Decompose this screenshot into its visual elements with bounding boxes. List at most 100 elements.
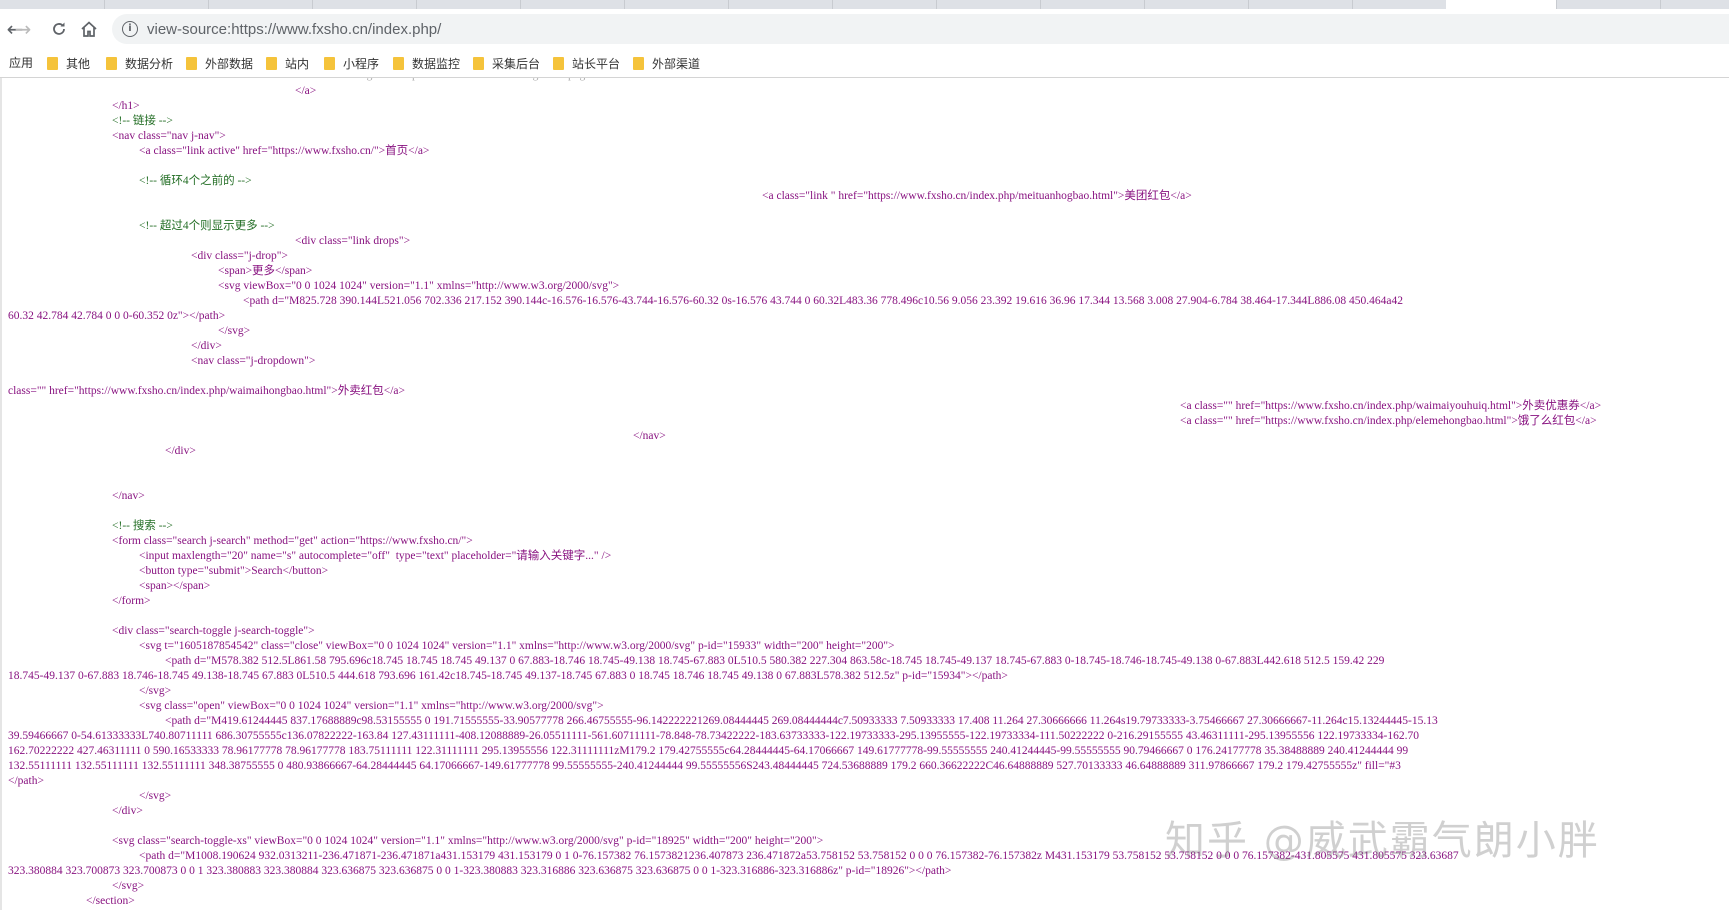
source-line: </nav>	[112, 490, 145, 502]
source-line: 39.59466667 0-54.61333333L740.80711111 6…	[8, 730, 1420, 742]
bookmark-label: 外部渠道	[652, 56, 701, 71]
browser-tab[interactable]	[0, 0, 105, 9]
source-line: 162.70222222 427.46311111 0 590.16533333…	[8, 745, 1409, 757]
source-line: </a>	[295, 85, 317, 97]
source-line: <svg class="search-toggle-xs" viewBox="0…	[112, 835, 824, 847]
bookmark-label: 小程序	[343, 56, 380, 71]
bookmark-label: 外部数据	[205, 56, 254, 71]
forward-arrow-icon[interactable]: →	[8, 15, 38, 43]
bookmark-folder[interactable]: 数据分析	[106, 53, 173, 73]
bookmarks-bar: 应用 其他 数据分析 外部数据 站内 小程序 数据监控 采集后台 站长平台 外部…	[0, 49, 1729, 78]
source-line: </nav>	[633, 430, 666, 442]
view-source-content: <img src="https://www.fxsho.cn/ad/images…	[0, 78, 1729, 910]
source-line: <!-- 超过4个则显示更多 -->	[139, 220, 275, 232]
site-info-icon[interactable]: i	[122, 21, 138, 37]
source-line: <a class="link active" href="https://www…	[139, 145, 430, 157]
browser-tab[interactable]	[728, 0, 833, 9]
source-line: </svg>	[112, 880, 145, 892]
browser-tab[interactable]	[1144, 0, 1249, 9]
address-bar-url[interactable]: view-source:https://www.fxsho.cn/index.p…	[147, 21, 441, 38]
source-line: </form>	[112, 595, 151, 607]
folder-icon	[47, 56, 58, 70]
browser-tab[interactable]	[624, 0, 729, 9]
source-line: <svg t="1605187854542" class="close" vie…	[139, 640, 895, 652]
source-line: </svg>	[218, 325, 251, 337]
tab-strip	[0, 0, 1729, 9]
folder-icon	[553, 56, 564, 70]
source-line-clipped: <img src="https://www.fxsho.cn/ad/images…	[348, 78, 600, 82]
address-bar[interactable]: i view-source:https://www.fxsho.cn/index…	[112, 14, 1729, 44]
bookmark-folder[interactable]: 其他	[47, 53, 90, 73]
source-line: <span>更多</span>	[218, 265, 313, 277]
folder-icon	[106, 56, 117, 70]
source-line: </div>	[112, 805, 143, 817]
bookmark-label: 站长平台	[572, 56, 621, 71]
bookmark-label: 数据分析	[125, 56, 174, 71]
browser-tab[interactable]	[936, 0, 1041, 9]
folder-icon	[633, 56, 644, 70]
home-icon[interactable]	[74, 15, 104, 43]
reload-icon[interactable]	[44, 15, 74, 43]
source-line: </div>	[191, 340, 222, 352]
source-line: <div class="search-toggle j-search-toggl…	[112, 625, 315, 637]
bookmark-label: 其他	[66, 56, 91, 71]
folder-icon	[324, 56, 335, 70]
bookmark-folder[interactable]: 外部渠道	[633, 53, 700, 73]
browser-tab[interactable]	[104, 0, 209, 9]
source-line: </h1>	[112, 100, 140, 112]
bookmark-label: 采集后台	[492, 56, 541, 71]
source-line: <path d="M419.61244445 837.17688889c98.5…	[165, 715, 1438, 727]
browser-tab[interactable]	[1040, 0, 1145, 9]
bookmark-folder[interactable]: 数据监控	[393, 53, 460, 73]
source-line: <nav class="nav j-nav">	[112, 130, 226, 142]
bookmark-folder[interactable]: 站长平台	[553, 53, 620, 73]
browser-toolbar: ← → i view-source:https://www.fxsho.cn/i…	[0, 9, 1729, 49]
source-line: <button type="submit">Search</button>	[139, 565, 329, 577]
bookmark-folder[interactable]: 小程序	[324, 53, 379, 73]
folder-icon	[186, 56, 197, 70]
source-line: <!-- 循环4个之前的 -->	[139, 175, 252, 187]
source-line: </div>	[165, 445, 196, 457]
browser-tab[interactable]	[416, 0, 521, 9]
source-line: </svg>	[139, 685, 172, 697]
browser-tab[interactable]	[208, 0, 313, 9]
source-line: <!-- 搜索 -->	[112, 520, 173, 532]
folder-icon	[473, 56, 484, 70]
source-line: 323.380884 323.700873 323.700873 0 0 1 3…	[8, 865, 952, 877]
source-line: <path d="M825.728 390.144L521.056 702.33…	[243, 295, 1403, 307]
browser-tab[interactable]	[1556, 0, 1661, 9]
bookmark-folder[interactable]: 站内	[266, 53, 309, 73]
source-line: <path d="M578.382 512.5L861.58 795.696c1…	[165, 655, 1385, 667]
source-line: <div class="link drops">	[295, 235, 411, 247]
browser-tab[interactable]	[312, 0, 417, 9]
source-line: <div class="j-drop">	[191, 250, 288, 262]
source-line: <!-- 链接 -->	[112, 115, 173, 127]
source-line: <span></span>	[139, 580, 211, 592]
source-line: 18.745-49.137 0-67.883 18.746-18.745 49.…	[8, 670, 1008, 682]
source-line: </path>	[8, 775, 44, 787]
source-line: class="" href="https://www.fxsho.cn/inde…	[8, 385, 406, 397]
browser-tab[interactable]	[1248, 0, 1353, 9]
apps-shortcut[interactable]: 应用	[9, 54, 33, 71]
source-line: <a class="link " href="https://www.fxsho…	[762, 190, 1192, 202]
reload-icon-graphic	[53, 22, 65, 35]
source-line: <svg class="open" viewBox="0 0 1024 1024…	[139, 700, 604, 712]
bookmark-label: 站内	[285, 56, 310, 71]
folder-icon	[393, 56, 404, 70]
source-line: 132.55111111 132.55111111 132.55111111 3…	[8, 760, 1401, 772]
browser-tab[interactable]	[520, 0, 625, 9]
browser-tab-active[interactable]	[1446, 0, 1557, 9]
zhihu-watermark: 知乎 @威武霸气朗小胖	[1165, 818, 1600, 864]
source-line: <svg viewBox="0 0 1024 1024" version="1.…	[218, 280, 620, 292]
source-line: </svg>	[139, 790, 172, 802]
source-line: <nav class="j-dropdown">	[191, 355, 316, 367]
source-line: <input maxlength="20" name="s" autocompl…	[139, 550, 612, 562]
bookmark-folder[interactable]: 采集后台	[473, 53, 540, 73]
bookmark-folder[interactable]: 外部数据	[186, 53, 253, 73]
bookmark-label: 数据监控	[412, 56, 461, 71]
browser-tab[interactable]	[832, 0, 937, 9]
source-line: 60.32 42.784 42.784 0 0 0-60.352 0z"></p…	[8, 310, 226, 322]
source-line: <a class="" href="https://www.fxsho.cn/i…	[1180, 415, 1597, 427]
source-line: </section>	[86, 895, 135, 907]
folder-icon	[266, 56, 277, 70]
